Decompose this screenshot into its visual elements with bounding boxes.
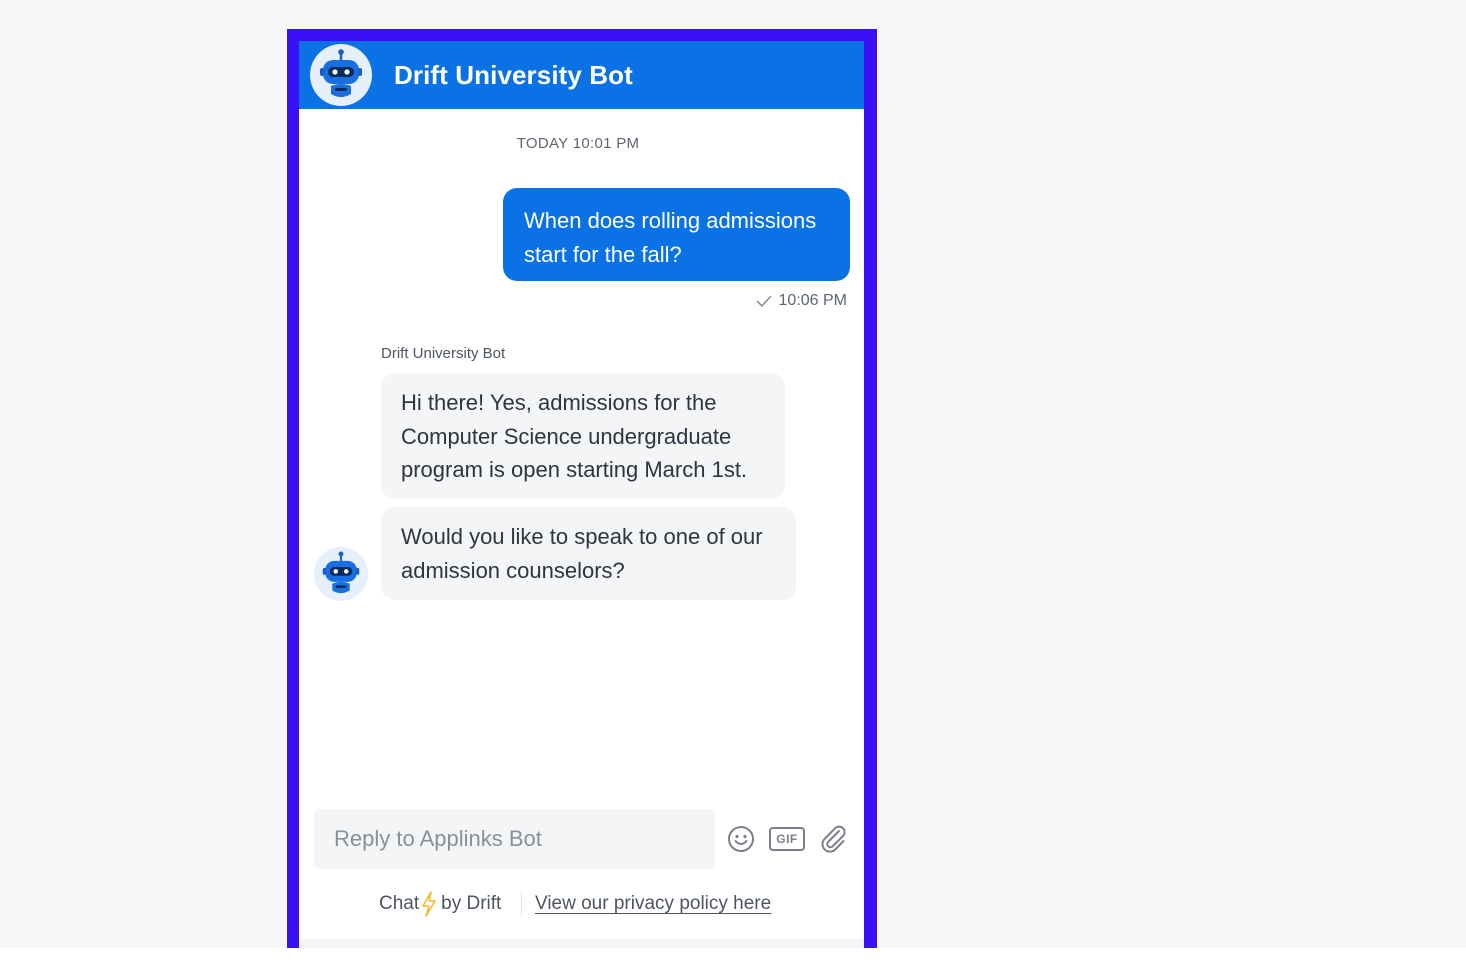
widget-frame: Drift University Bot TODAY 10:01 PM When…	[287, 29, 877, 960]
day-timestamp: TODAY 10:01 PM	[516, 135, 640, 152]
message-status: 10:06 PM	[755, 292, 847, 310]
emoji-button[interactable]	[725, 821, 757, 857]
chat-widget: Drift University Bot TODAY 10:01 PM When…	[299, 41, 864, 949]
bot-avatar	[310, 44, 372, 106]
gif-label: GIF	[769, 827, 805, 851]
privacy-policy-link[interactable]: View our privacy policy here	[535, 893, 771, 915]
robot-icon	[311, 45, 371, 105]
reply-composer	[314, 809, 715, 869]
checkmark-icon	[755, 295, 772, 308]
header-title: Drift University Bot	[394, 60, 633, 90]
widget-footer: Chat by Drift View our privacy policy he…	[299, 889, 864, 919]
user-message-bubble: When does rolling admissions start for t…	[503, 188, 850, 281]
bot-message-bubble: Hi there! Yes, admissions for the Comput…	[381, 373, 785, 499]
footer-divider	[521, 892, 522, 916]
bot-sender-name: Drift University Bot	[381, 345, 506, 362]
smiley-icon	[728, 826, 754, 852]
bot-avatar-small	[314, 547, 368, 601]
robot-icon	[314, 547, 368, 601]
paperclip-icon	[821, 825, 846, 853]
chat-label: Chat	[379, 893, 420, 914]
lightning-bolt-icon	[422, 891, 436, 917]
page-bottom-band	[0, 948, 1466, 960]
gif-button[interactable]: GIF	[767, 821, 807, 857]
bot-message-bubble: Would you like to speak to one of our ad…	[381, 507, 796, 600]
message-time: 10:06 PM	[778, 292, 847, 309]
drift-branding[interactable]: Chat by Drift	[379, 891, 501, 917]
by-drift-label: by Drift	[441, 893, 502, 914]
attach-button[interactable]	[817, 821, 851, 857]
reply-input[interactable]	[314, 809, 714, 869]
chat-header: Drift University Bot	[299, 41, 864, 109]
